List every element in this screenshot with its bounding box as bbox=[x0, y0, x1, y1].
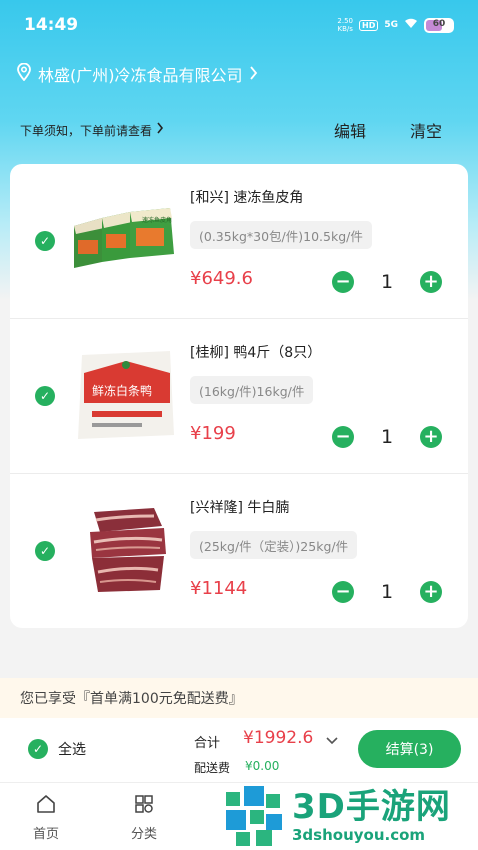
increase-button[interactable]: + bbox=[420, 426, 442, 448]
cart-item: ✓ [兴祥隆] 牛白腩 (25kg/件（定装）)25kg/件 ¥1144 − 1… bbox=[10, 474, 468, 628]
quantity-value[interactable]: 1 bbox=[354, 581, 420, 603]
status-time: 14:49 bbox=[24, 15, 79, 35]
battery-level: 60 bbox=[432, 18, 446, 29]
watermark-logo-icon bbox=[222, 784, 286, 848]
wifi-icon bbox=[404, 18, 418, 32]
select-all-label: 全选 bbox=[58, 742, 86, 758]
quantity-value[interactable]: 1 bbox=[354, 271, 420, 293]
location-pin-icon bbox=[16, 62, 32, 85]
product-name[interactable]: [桂柳] 鸭4斤（8只） bbox=[190, 342, 321, 362]
select-all-check-icon[interactable]: ✓ bbox=[28, 739, 48, 759]
svg-text:鲜冻白条鸭: 鲜冻白条鸭 bbox=[92, 383, 152, 398]
quantity-value[interactable]: 1 bbox=[354, 426, 420, 448]
cart-item: ✓ 速冻鱼皮角 [和兴] 速冻鱼皮角 (0.35kg*30包/件)10.5kg/… bbox=[10, 164, 468, 319]
increase-button[interactable]: + bbox=[420, 581, 442, 603]
product-image[interactable]: 鲜冻白条鸭 bbox=[70, 343, 182, 447]
product-price: ¥649.6 bbox=[190, 268, 253, 289]
cart-item: ✓ 鲜冻白条鸭 [桂柳] 鸭4斤（8只） (16kg/件)16kg/件 ¥199… bbox=[10, 319, 468, 474]
product-spec: (16kg/件)16kg/件 bbox=[190, 376, 314, 404]
decrease-button[interactable]: − bbox=[332, 581, 354, 603]
select-all-toggle[interactable]: ✓ 全选 bbox=[28, 739, 86, 759]
quantity-stepper: − 1 + bbox=[332, 270, 442, 294]
product-price: ¥1144 bbox=[190, 578, 248, 599]
clear-button[interactable]: 清空 bbox=[410, 118, 442, 142]
chevron-right-icon bbox=[249, 65, 258, 84]
edit-button[interactable]: 编辑 bbox=[334, 118, 366, 142]
item-check-icon[interactable]: ✓ bbox=[35, 231, 55, 251]
network-speed: 2.50 KB/s bbox=[337, 17, 353, 33]
store-name: 林盛(广州)冷冻食品有限公司 bbox=[38, 66, 243, 85]
store-selector[interactable]: 林盛(广州)冷冻食品有限公司 bbox=[16, 60, 258, 88]
item-check-icon[interactable]: ✓ bbox=[35, 541, 55, 561]
tab-category[interactable]: 分类 bbox=[114, 793, 174, 842]
product-image[interactable] bbox=[70, 498, 182, 602]
quantity-stepper: − 1 + bbox=[332, 425, 442, 449]
total-label: 合计 bbox=[194, 736, 221, 751]
item-check-icon[interactable]: ✓ bbox=[35, 386, 55, 406]
promo-text: 您已享受『首单满100元免配送费』 bbox=[20, 691, 243, 707]
order-notice-link[interactable]: 下单须知，下单前请查看 bbox=[20, 122, 152, 139]
tab-home-label: 首页 bbox=[32, 827, 59, 842]
chevron-down-icon[interactable] bbox=[326, 734, 338, 749]
chevron-right-icon bbox=[156, 122, 164, 138]
home-icon bbox=[35, 793, 57, 815]
increase-button[interactable]: + bbox=[420, 271, 442, 293]
product-spec: (0.35kg*30包/件)10.5kg/件 bbox=[190, 221, 372, 249]
notice-row: 下单须知，下单前请查看 编辑 清空 bbox=[20, 116, 458, 144]
svg-text:速冻鱼皮角: 速冻鱼皮角 bbox=[142, 216, 172, 224]
decrease-button[interactable]: − bbox=[332, 426, 354, 448]
decrease-button[interactable]: − bbox=[332, 271, 354, 293]
promo-banner: 您已享受『首单满100元免配送费』 bbox=[0, 678, 478, 718]
product-image[interactable]: 速冻鱼皮角 bbox=[70, 188, 182, 292]
quantity-stepper: − 1 + bbox=[332, 580, 442, 604]
hd-icon: HD bbox=[359, 19, 379, 31]
cart-list: ✓ 速冻鱼皮角 [和兴] 速冻鱼皮角 (0.35kg*30包/件)10.5kg/… bbox=[10, 164, 468, 628]
tab-category-label: 分类 bbox=[130, 827, 157, 842]
product-spec: (25kg/件（定装）)25kg/件 bbox=[190, 531, 358, 559]
watermark: 3D手游网 3dshouyou.com bbox=[222, 782, 478, 850]
battery-icon: 60 bbox=[424, 17, 454, 33]
checkout-bar: ✓ 全选 合计 ¥1992.6 配送费 ¥0.00 结算(3) bbox=[0, 718, 478, 782]
total-value: ¥1992.6 bbox=[243, 728, 314, 748]
status-icons: 2.50 KB/s HD 5G 60 bbox=[337, 17, 454, 33]
status-bar: 14:49 2.50 KB/s HD 5G 60 bbox=[0, 0, 478, 50]
delivery-fee-label: 配送费 bbox=[194, 761, 231, 775]
tab-home[interactable]: 首页 bbox=[16, 793, 76, 842]
watermark-title: 3D手游网 bbox=[292, 787, 451, 827]
delivery-fee-value: ¥0.00 bbox=[245, 759, 280, 773]
product-name[interactable]: [和兴] 速冻鱼皮角 bbox=[190, 187, 303, 207]
product-price: ¥199 bbox=[190, 423, 236, 444]
category-icon bbox=[133, 793, 155, 815]
product-name[interactable]: [兴祥隆] 牛白腩 bbox=[190, 497, 289, 517]
signal-icon: 5G bbox=[384, 20, 398, 30]
checkout-button[interactable]: 结算(3) bbox=[358, 730, 461, 768]
cart-actions: 编辑 清空 bbox=[334, 118, 458, 142]
watermark-url: 3dshouyou.com bbox=[292, 826, 426, 844]
